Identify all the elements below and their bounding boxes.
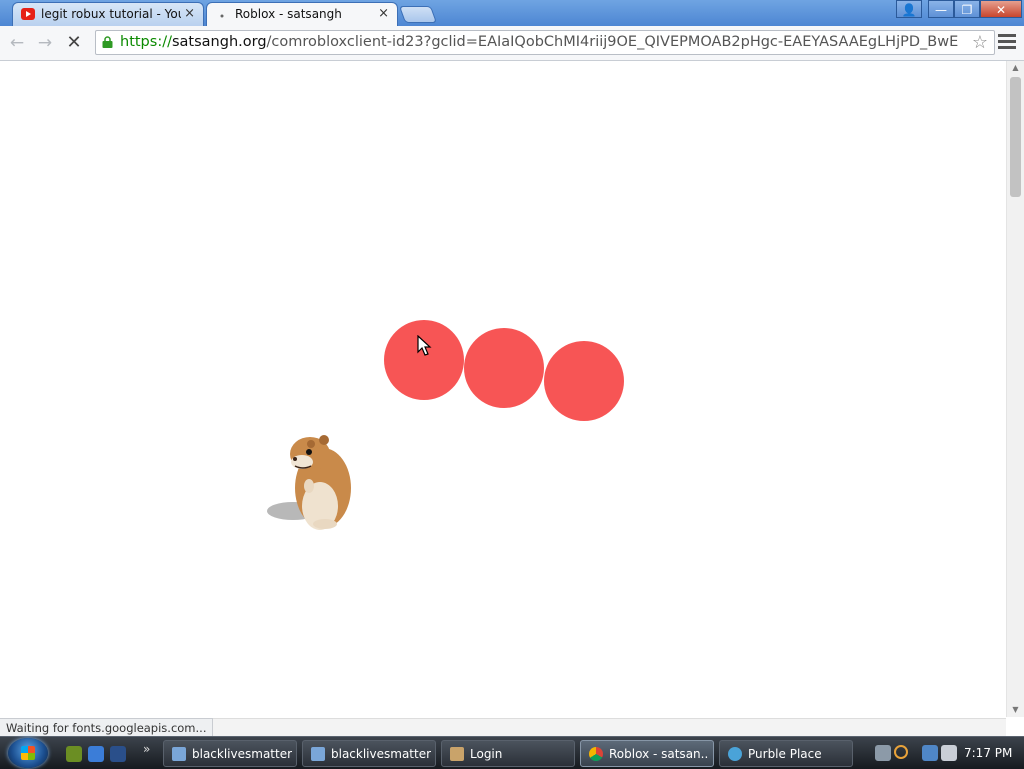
url-path: /comrobloxclient-id23?gclid=EAIaIQobChMI…	[266, 34, 959, 50]
bookmark-star-icon[interactable]: ☆	[972, 32, 988, 53]
red-circle[interactable]	[464, 328, 544, 408]
stop-loading-button[interactable]: ✕	[64, 33, 84, 53]
vertical-scrollbar[interactable]: ▲ ▼	[1006, 61, 1024, 717]
search-icon[interactable]	[894, 745, 908, 759]
taskbar-item-label: Login	[470, 747, 503, 761]
app-icon	[450, 747, 464, 761]
quicklaunch-browser-icon[interactable]	[88, 746, 104, 762]
document-icon	[172, 747, 186, 761]
loading-icon	[220, 14, 224, 18]
document-icon	[311, 747, 325, 761]
volume-icon[interactable]	[941, 745, 957, 761]
new-tab-button[interactable]	[398, 6, 438, 23]
taskbar-item-label: blacklivesmatter...	[192, 747, 292, 761]
user-profile-button[interactable]: 👤	[896, 0, 922, 18]
taskbar-clock[interactable]: 7:17 PM	[964, 746, 1012, 760]
close-window-button[interactable]: ✕	[980, 0, 1022, 18]
quicklaunch-app-icon[interactable]	[66, 746, 82, 762]
red-circle[interactable]	[384, 320, 464, 400]
game-icon	[728, 747, 742, 761]
red-circle[interactable]	[544, 341, 624, 421]
chrome-icon	[589, 747, 603, 761]
start-button[interactable]	[8, 738, 48, 768]
tab-title: legit robux tutorial - YouT	[41, 7, 181, 21]
status-bubble: Waiting for fonts.googleapis.com...	[0, 718, 214, 738]
address-bar[interactable]: https://satsangh.org/comrobloxclient-id2…	[95, 30, 995, 55]
tab-close-icon[interactable]: ×	[184, 6, 195, 21]
url-text: https://satsangh.org/comrobloxclient-id2…	[120, 34, 958, 50]
taskbar-item-roblox[interactable]: Roblox - satsan...	[580, 740, 714, 767]
taskbar-item-blacklivesmatter-2[interactable]: blacklivesmatter...	[302, 740, 436, 767]
taskbar-item-label: Purble Place	[748, 747, 822, 761]
taskbar-item-login[interactable]: Login	[441, 740, 575, 767]
taskbar-item-label: Roblox - satsan...	[609, 747, 709, 761]
horizontal-scrollbar[interactable]	[190, 718, 1006, 737]
scroll-thumb[interactable]	[1010, 77, 1021, 197]
forward-button[interactable]: →	[35, 33, 55, 53]
windows-logo-icon	[21, 746, 35, 760]
title-bar: legit robux tutorial - YouT × Roblox - s…	[0, 0, 1024, 27]
taskbar-item-purble-place[interactable]: Purble Place	[719, 740, 853, 767]
tab-close-icon[interactable]: ×	[378, 6, 389, 21]
tab-youtube[interactable]: legit robux tutorial - YouT ×	[12, 2, 204, 26]
mouse-cursor-icon	[417, 335, 432, 356]
network-icon[interactable]	[922, 745, 938, 761]
tray-app-icon[interactable]	[875, 745, 891, 761]
taskbar-item-label: blacklivesmatter...	[331, 747, 431, 761]
minimize-button[interactable]: —	[928, 0, 954, 18]
page-content	[0, 61, 1006, 717]
scroll-up-icon[interactable]: ▲	[1007, 61, 1024, 75]
windows-taskbar: » blacklivesmatter... blacklivesmatter..…	[0, 736, 1024, 769]
quicklaunch-more-chevron[interactable]: »	[143, 742, 150, 756]
tab-roblox[interactable]: Roblox - satsangh ×	[206, 2, 398, 27]
hamburger-menu-icon[interactable]	[998, 34, 1016, 50]
tab-title: Roblox - satsangh	[235, 7, 342, 21]
maximize-button[interactable]: ❐	[954, 0, 980, 18]
hamster-image	[267, 435, 351, 530]
lock-icon	[102, 36, 113, 48]
browser-toolbar: ← → ✕ https://satsangh.org/comrobloxclie…	[0, 26, 1024, 61]
back-button[interactable]: ←	[7, 33, 27, 53]
scroll-down-icon[interactable]: ▼	[1007, 703, 1024, 717]
show-desktop-icon[interactable]	[110, 746, 126, 762]
taskbar-item-blacklivesmatter-1[interactable]: blacklivesmatter...	[163, 740, 297, 767]
url-scheme: https://	[120, 34, 172, 50]
url-host: satsangh.org	[171, 34, 267, 50]
youtube-icon	[21, 8, 35, 20]
